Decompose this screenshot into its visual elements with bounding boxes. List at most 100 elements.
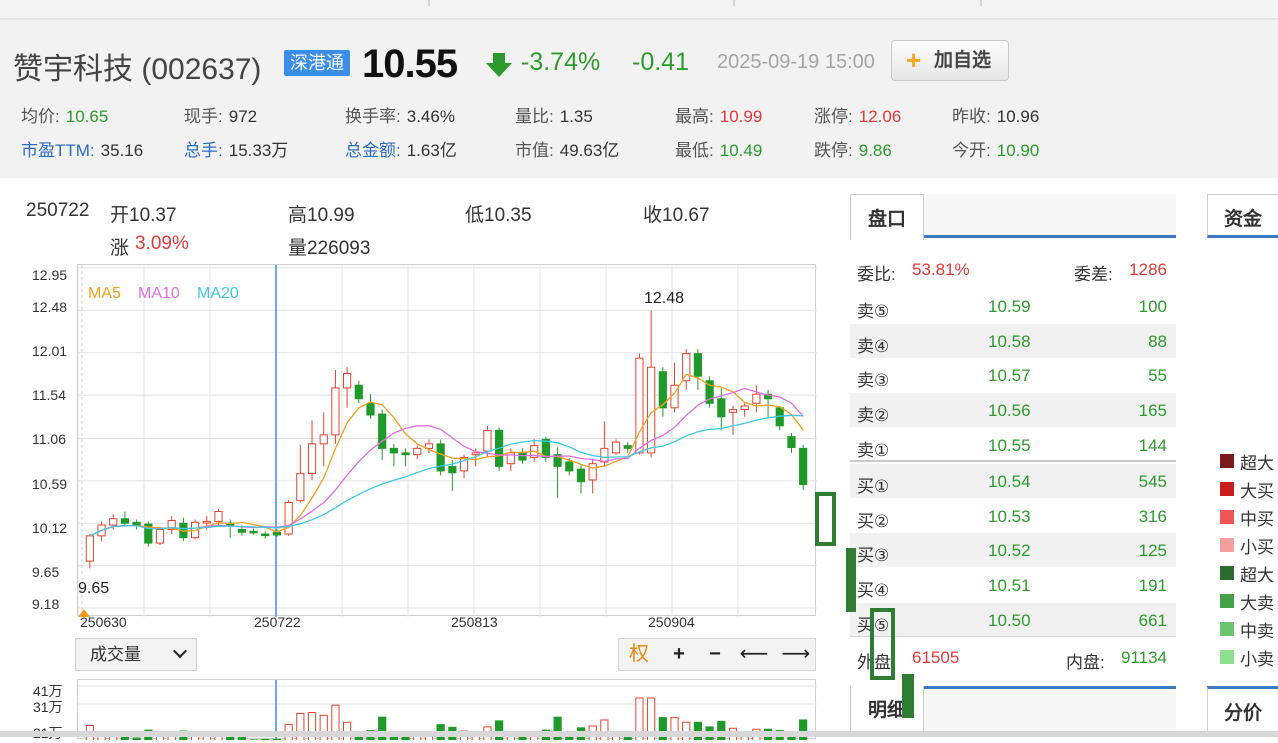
stat-label: 市值: bbox=[515, 141, 554, 160]
candle-body bbox=[414, 448, 421, 454]
bottom-scrollbar[interactable] bbox=[0, 731, 1278, 737]
low-marker-icon bbox=[78, 609, 90, 617]
candle-body bbox=[215, 512, 222, 522]
stat-12: 跌停: 9.86 bbox=[814, 136, 892, 161]
candle-body bbox=[402, 453, 409, 455]
volume-chart[interactable] bbox=[77, 679, 816, 739]
stat-5: 涨停:12.06 bbox=[814, 102, 901, 127]
tab-separator bbox=[980, 0, 982, 6]
level-volume: 165 bbox=[1139, 401, 1167, 421]
stat-value: 10.49 bbox=[720, 141, 763, 160]
flow-legend-item: 中买 bbox=[1220, 505, 1274, 527]
bid-row[interactable]: 买①10.54545 bbox=[850, 464, 1176, 498]
candle-body bbox=[297, 474, 304, 501]
add-favorite-label: 加自选 bbox=[934, 50, 991, 71]
rights-adjust-button[interactable]: 权 bbox=[621, 639, 657, 670]
volume-bar bbox=[273, 739, 280, 740]
ask-row[interactable]: 卖⑤10.59100 bbox=[850, 289, 1176, 323]
stat-label[interactable]: 总手: bbox=[184, 141, 223, 160]
hk-connect-badge[interactable]: 深港通 bbox=[284, 50, 350, 76]
candle-body bbox=[262, 534, 269, 536]
y-tick-label: 12.48 bbox=[32, 299, 67, 315]
candle-body bbox=[332, 388, 339, 435]
quote-timestamp: 2025-09-19 15:00 bbox=[717, 51, 875, 74]
level-price: 10.52 bbox=[988, 541, 1031, 561]
indicator-select[interactable]: 成交量 bbox=[75, 638, 197, 671]
stat-1: 现手:972 bbox=[184, 102, 257, 127]
level-label: 买② bbox=[857, 507, 889, 532]
kline-chart[interactable]: MA5MA10MA2012.489.65 bbox=[77, 264, 816, 616]
stat-value: 9.86 bbox=[859, 141, 892, 160]
stat-7[interactable]: 市盈TTM:35.16 bbox=[21, 136, 143, 161]
ask-row[interactable]: 卖④10.5888 bbox=[850, 324, 1176, 358]
candle-body bbox=[86, 536, 93, 561]
stat-value: 1.35 bbox=[560, 107, 593, 126]
bid-row[interactable]: 买⑤10.50661 bbox=[850, 603, 1176, 637]
stat-8[interactable]: 总手:15.33万 bbox=[184, 136, 288, 161]
level-price: 10.59 bbox=[988, 297, 1031, 317]
scroll-left-button[interactable]: ⟵ bbox=[733, 639, 775, 670]
candle-body bbox=[472, 453, 479, 455]
y-tick-label: 11.54 bbox=[32, 387, 66, 403]
overlay-marker bbox=[870, 608, 895, 680]
candle-body bbox=[683, 354, 690, 381]
level-price: 10.56 bbox=[988, 401, 1031, 421]
scroll-right-button[interactable]: ⟶ bbox=[775, 639, 817, 670]
zoom-out-button[interactable]: − bbox=[697, 639, 733, 670]
candle-body bbox=[718, 399, 725, 417]
bid-row[interactable]: 买②10.53316 bbox=[850, 499, 1176, 533]
stat-label: 涨停: bbox=[814, 107, 853, 126]
ask-row[interactable]: 卖②10.56165 bbox=[850, 393, 1176, 427]
stat-label[interactable]: 市盈TTM: bbox=[21, 141, 95, 160]
weibi-label: 委比: bbox=[857, 260, 896, 285]
neipan-label: 内盘: bbox=[1066, 648, 1105, 673]
stat-value: 972 bbox=[229, 107, 257, 126]
level-volume: 316 bbox=[1139, 507, 1167, 527]
legend-label: 超大 bbox=[1240, 566, 1274, 585]
indicator-select-value: 成交量 bbox=[90, 645, 141, 664]
chevron-down-icon bbox=[173, 644, 187, 658]
level-price: 10.57 bbox=[988, 366, 1031, 386]
bid-row[interactable]: 买③10.52125 bbox=[850, 533, 1176, 567]
stat-13: 今开:10.90 bbox=[952, 136, 1039, 161]
kline-change-value: 3.09% bbox=[135, 233, 189, 255]
stat-label[interactable]: 总金额: bbox=[345, 141, 401, 160]
tab-fenjia[interactable]: 分价 bbox=[1207, 686, 1278, 737]
bid-row[interactable]: 买④10.51191 bbox=[850, 568, 1176, 602]
flow-legend-item: 小卖 bbox=[1220, 645, 1274, 667]
ma-legend-MA5: MA5 bbox=[88, 285, 121, 302]
legend-label: 大买 bbox=[1240, 482, 1274, 501]
ask-row[interactable]: 卖③10.5755 bbox=[850, 358, 1176, 392]
flow-legend-item: 超大 bbox=[1220, 561, 1274, 583]
stat-label: 跌停: bbox=[814, 141, 853, 160]
level-volume: 661 bbox=[1139, 611, 1167, 631]
ask-row[interactable]: 卖①10.55144 bbox=[850, 428, 1176, 462]
max-price-label: 12.48 bbox=[644, 290, 684, 307]
candle-body bbox=[788, 437, 795, 448]
level-volume: 88 bbox=[1148, 332, 1167, 352]
stat-4: 最高:10.99 bbox=[675, 102, 762, 127]
stat-value: 10.96 bbox=[997, 107, 1040, 126]
stat-9[interactable]: 总金额:1.63亿 bbox=[345, 136, 457, 161]
level-label: 买④ bbox=[857, 576, 889, 601]
legend-swatch bbox=[1220, 538, 1234, 552]
weicha-label: 委差: bbox=[1074, 260, 1113, 285]
y-tick-label: 10.12 bbox=[32, 520, 67, 536]
kline-open: 开10.37 bbox=[110, 200, 177, 227]
tab-zijin[interactable]: 资金 bbox=[1207, 194, 1278, 238]
legend-label: 中买 bbox=[1240, 510, 1274, 529]
kline-change-label: 涨 bbox=[110, 233, 129, 260]
legend-label: 超大 bbox=[1240, 454, 1274, 473]
ma-legend-MA10: MA10 bbox=[138, 285, 180, 302]
stat-3: 量比: 1.35 bbox=[515, 102, 593, 127]
candle-body bbox=[308, 444, 315, 474]
y-tick-label: 9.18 bbox=[32, 596, 59, 612]
zoom-in-button[interactable]: + bbox=[661, 639, 697, 670]
flow-legend-item: 中卖 bbox=[1220, 617, 1274, 639]
tab-pankou[interactable]: 盘口 bbox=[850, 194, 924, 240]
candle-body bbox=[133, 522, 140, 525]
add-favorite-button[interactable]: + 加自选 bbox=[891, 40, 1009, 81]
stat-label: 量比: bbox=[515, 107, 554, 126]
ma-legend-MA20: MA20 bbox=[197, 285, 239, 302]
level-volume: 100 bbox=[1139, 297, 1167, 317]
